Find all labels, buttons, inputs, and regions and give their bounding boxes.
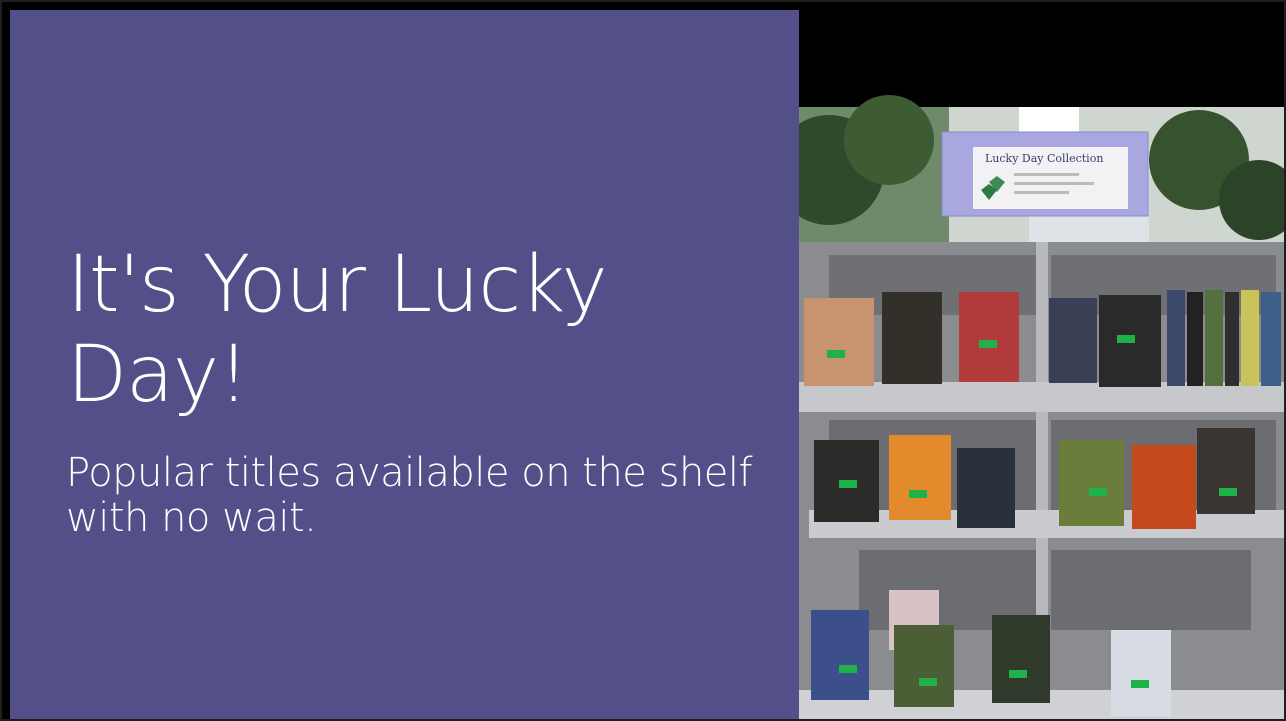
- book-display-photo: Lucky Day Collection: [799, 10, 1284, 719]
- slide: It's Your Lucky Day! Popular titles avai…: [0, 0, 1286, 721]
- slide-title: It's Your Lucky Day!: [67, 240, 608, 420]
- shelf-illustration: Lucky Day Collection: [799, 10, 1284, 719]
- sign-heading: Lucky Day Collection: [985, 152, 1103, 165]
- title-panel: It's Your Lucky Day! Popular titles avai…: [10, 10, 799, 719]
- slide-subtitle: Popular titles available on the shelf wi…: [66, 450, 753, 541]
